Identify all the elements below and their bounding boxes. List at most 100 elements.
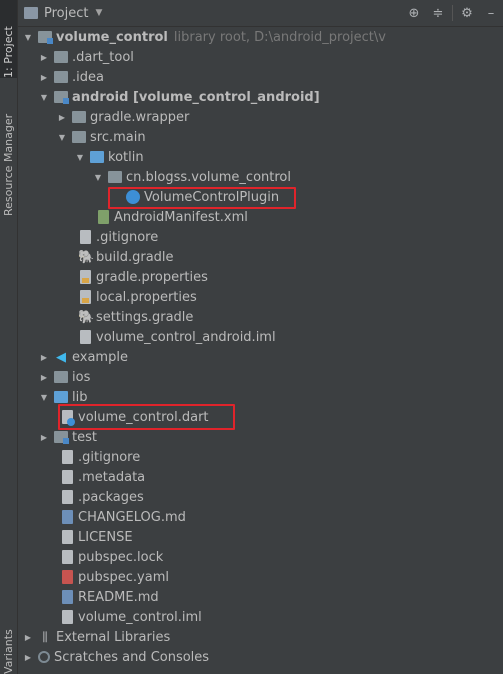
text-file-icon — [62, 490, 73, 504]
gradle-icon: 🐘 — [78, 309, 95, 325]
tree-row-gradle-wrapper[interactable]: ▶ gradle.wrapper — [18, 107, 503, 127]
expand-arrow-icon[interactable]: ▼ — [38, 93, 50, 102]
collapse-arrow-icon[interactable]: ▶ — [38, 433, 50, 442]
chevron-down-icon[interactable]: ▼ — [95, 8, 102, 18]
gradle-icon: 🐘 — [78, 249, 95, 265]
tree-row-idea[interactable]: ▶ .idea — [18, 67, 503, 87]
tree-label: pubspec.lock — [78, 549, 164, 565]
expand-arrow-icon[interactable]: ▼ — [38, 393, 50, 402]
variants-tab[interactable]: Variants — [0, 626, 17, 674]
project-icon — [24, 7, 38, 19]
project-panel: Project ▼ ⊕ ≑ ⚙ – ▼ volume_control libra… — [18, 0, 503, 674]
tree-row-dart-tool[interactable]: ▶ .dart_tool — [18, 47, 503, 67]
collapse-arrow-icon[interactable]: ▶ — [38, 373, 50, 382]
root-hint: library root, D:\android_project\v — [173, 29, 386, 45]
tree-label: ios — [72, 369, 91, 385]
tree-row-changelog[interactable]: CHANGELOG.md — [18, 507, 503, 527]
tree-row-settings-gradle[interactable]: 🐘 settings.gradle — [18, 307, 503, 327]
tree-row-android[interactable]: ▼ android [volume_control_android] — [18, 87, 503, 107]
tree-label: test — [72, 429, 97, 445]
collapse-arrow-icon[interactable]: ▶ — [38, 53, 50, 62]
tree-row-root[interactable]: ▼ volume_control library root, D:\androi… — [18, 27, 503, 47]
collapse-arrow-icon[interactable]: ▶ — [56, 113, 68, 122]
tree-row-pubspec-lock[interactable]: pubspec.lock — [18, 547, 503, 567]
highlight-box-plugin — [108, 187, 296, 209]
project-tool-tab[interactable]: 1: Project — [0, 0, 17, 78]
expand-arrow-icon[interactable]: ▼ — [92, 173, 104, 182]
libraries-icon: ⫼ — [42, 629, 48, 644]
module-folder-icon — [38, 31, 53, 44]
tree-row-ios[interactable]: ▶ ios — [18, 367, 503, 387]
text-file-icon — [62, 470, 73, 484]
collapse-arrow-icon[interactable]: ▶ — [38, 353, 50, 362]
tree-row-packages[interactable]: .packages — [18, 487, 503, 507]
project-tree: ▼ volume_control library root, D:\androi… — [18, 27, 503, 667]
variants-label: Variants — [2, 629, 15, 674]
test-folder-icon — [54, 431, 69, 444]
hide-icon[interactable]: – — [479, 6, 503, 21]
toolbar-divider — [452, 5, 453, 21]
gear-icon[interactable]: ⚙ — [455, 6, 479, 21]
tree-row-external-libraries[interactable]: ▶ ⫼ External Libraries — [18, 627, 503, 647]
collapse-all-icon[interactable]: ≑ — [426, 6, 450, 21]
tree-label: .idea — [72, 69, 104, 85]
source-folder-icon — [90, 151, 104, 163]
tree-row-android-gitignore[interactable]: .gitignore — [18, 227, 503, 247]
tree-label: AndroidManifest.xml — [114, 209, 248, 225]
tree-label: gradle.properties — [96, 269, 208, 285]
source-folder-icon — [54, 391, 68, 403]
folder-icon — [72, 131, 86, 143]
tree-row-gradle-properties[interactable]: gradle.properties — [18, 267, 503, 287]
tree-row-manifest[interactable]: AndroidManifest.xml — [18, 207, 503, 227]
tree-label: .metadata — [78, 469, 146, 485]
collapse-arrow-icon[interactable]: ▶ — [38, 73, 50, 82]
yaml-file-icon — [62, 570, 73, 584]
collapse-arrow-icon[interactable]: ▶ — [22, 633, 34, 642]
module-folder-icon — [54, 91, 69, 104]
tree-row-build-gradle[interactable]: 🐘 build.gradle — [18, 247, 503, 267]
tree-row-test[interactable]: ▶ test — [18, 427, 503, 447]
folder-icon — [54, 371, 68, 383]
expand-arrow-icon[interactable]: ▼ — [56, 133, 68, 142]
manifest-file-icon — [98, 210, 109, 224]
tree-row-readme[interactable]: README.md — [18, 587, 503, 607]
flutter-icon: ◀ — [56, 349, 66, 365]
tree-row-license[interactable]: LICENSE — [18, 527, 503, 547]
highlight-box-dart-file — [58, 404, 235, 430]
tree-label: External Libraries — [56, 629, 171, 645]
iml-file-icon — [62, 610, 73, 624]
expand-arrow-icon[interactable]: ▼ — [22, 33, 34, 42]
tool-window-strip: 1: Project Resource Manager Variants — [0, 0, 18, 674]
tree-label: kotlin — [108, 149, 144, 165]
locate-icon[interactable]: ⊕ — [402, 6, 426, 21]
tree-row-android-iml[interactable]: volume_control_android.iml — [18, 327, 503, 347]
tree-row-package[interactable]: ▼ cn.blogss.volume_control — [18, 167, 503, 187]
tree-label: pubspec.yaml — [78, 569, 169, 585]
properties-file-icon — [80, 270, 91, 284]
tree-label: .packages — [78, 489, 144, 505]
tree-row-local-properties[interactable]: local.properties — [18, 287, 503, 307]
project-tab-label: 1: Project — [2, 26, 15, 78]
folder-icon — [72, 111, 86, 123]
resource-manager-tab[interactable]: Resource Manager — [0, 96, 17, 216]
tree-row-example[interactable]: ▶ ◀ example — [18, 347, 503, 367]
expand-arrow-icon[interactable]: ▼ — [74, 153, 86, 162]
text-file-icon — [62, 530, 73, 544]
gitignore-file-icon — [62, 450, 73, 464]
tree-label: gradle.wrapper — [90, 109, 190, 125]
markdown-file-icon — [62, 590, 73, 604]
tree-label: CHANGELOG.md — [78, 509, 186, 525]
tree-row-src-main[interactable]: ▼ src.main — [18, 127, 503, 147]
collapse-arrow-icon[interactable]: ▶ — [22, 653, 34, 662]
tree-row-pubspec-yaml[interactable]: pubspec.yaml — [18, 567, 503, 587]
tree-label: src.main — [90, 129, 146, 145]
panel-title[interactable]: Project — [44, 6, 88, 21]
tree-row-root-iml[interactable]: volume_control.iml — [18, 607, 503, 627]
tree-row-gitignore[interactable]: .gitignore — [18, 447, 503, 467]
package-icon — [108, 171, 122, 183]
tree-row-scratches[interactable]: ▶ Scratches and Consoles — [18, 647, 503, 667]
tree-label: lib — [72, 389, 88, 405]
tree-row-kotlin[interactable]: ▼ kotlin — [18, 147, 503, 167]
header-toolbar: ⊕ ≑ ⚙ – — [402, 0, 503, 26]
tree-row-metadata[interactable]: .metadata — [18, 467, 503, 487]
